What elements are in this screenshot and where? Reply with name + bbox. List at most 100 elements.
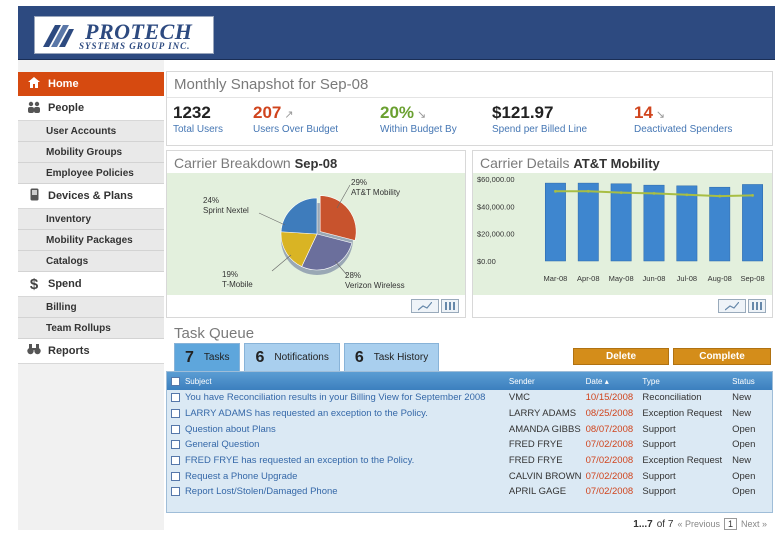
table-row[interactable]: Request a Phone Upgrade CALVIN BROWN 07/02… <box>167 468 772 484</box>
previous-page-link[interactable]: « Previous <box>677 519 720 529</box>
trend-up-icon: ↗ <box>284 109 294 121</box>
sidebar-item-label: Home <box>48 78 79 90</box>
column-status[interactable]: Status <box>732 377 772 386</box>
pagination: 1...7 of 7 « Previous 1 Next » <box>633 518 767 530</box>
tab-notifications[interactable]: 6 Notifications <box>244 343 340 371</box>
snapshot-title: Monthly Snapshot for Sep-08 <box>174 76 369 93</box>
trend-point <box>586 189 590 193</box>
metric-users-over-budget[interactable]: 207 ↗ Users Over Budget <box>253 103 338 135</box>
metric-total-users[interactable]: 1232 Total Users <box>173 103 223 135</box>
app-header: PROTECH SYSTEMS GROUP INC. <box>18 6 775 60</box>
column-sender[interactable]: Sender <box>509 377 586 386</box>
metric-deactivated-spenders[interactable]: 14 ↘ Deactivated Spenders <box>634 103 732 135</box>
line-chart-icon <box>725 301 739 310</box>
column-type[interactable]: Type <box>642 377 732 386</box>
page-total: of 7 <box>656 518 674 530</box>
complete-button[interactable]: Complete <box>673 348 771 365</box>
bar[interactable] <box>643 184 665 262</box>
sidebar-item-inventory[interactable]: Inventory <box>18 209 164 230</box>
metric-value: 20% ↘ <box>380 103 427 122</box>
row-checkbox[interactable] <box>171 456 181 466</box>
sidebar-item-employee-policies[interactable]: Employee Policies <box>18 163 164 184</box>
table-row[interactable]: Question about Plans AMANDA GIBBS 08/07/20… <box>167 421 772 437</box>
table-row[interactable]: General Question FRED FRYE 07/02/2008 Suppo… <box>167 437 772 453</box>
row-checkbox[interactable] <box>171 487 181 497</box>
row-checkbox-cell <box>167 424 185 434</box>
table-view-button[interactable] <box>441 299 459 313</box>
select-all-checkbox[interactable] <box>171 376 181 386</box>
cell-subject[interactable]: You have Reconciliation results in your … <box>185 392 509 403</box>
sidebar-item-mobility-packages[interactable]: Mobility Packages <box>18 230 164 251</box>
row-checkbox-cell <box>167 409 185 419</box>
pie-slice[interactable] <box>280 197 318 235</box>
metric-label: Spend per Billed Line <box>492 124 588 135</box>
grid-icon <box>752 302 762 310</box>
sort-asc-icon: ▴ <box>604 376 609 386</box>
table-row[interactable]: You have Reconciliation results in your … <box>167 390 772 406</box>
table-row[interactable]: LARRY ADAMS has requested an exception t… <box>167 406 772 422</box>
leader-line <box>258 212 286 226</box>
sidebar-item-devices-plans[interactable]: Devices & Plans <box>18 184 164 209</box>
row-checkbox[interactable] <box>171 409 181 419</box>
cell-type: Support <box>642 423 676 435</box>
sidebar-item-home[interactable]: Home <box>18 72 164 96</box>
table-row[interactable]: Report Lost/Stolen/Damaged Phone APRIL GA… <box>167 484 772 500</box>
sidebar-item-people[interactable]: People <box>18 96 164 121</box>
cell-subject[interactable]: FRED FRYE has requested an exception to … <box>185 455 509 466</box>
row-checkbox[interactable] <box>171 440 181 450</box>
tab-count: 6 <box>354 348 364 366</box>
logo-tagline: SYSTEMS GROUP INC. <box>79 41 191 51</box>
bar[interactable] <box>676 185 698 262</box>
row-checkbox[interactable] <box>171 471 181 481</box>
line-chart-view-button[interactable] <box>411 299 439 313</box>
row-checkbox[interactable] <box>171 393 181 403</box>
sidebar-item-reports[interactable]: Reports <box>18 339 164 364</box>
sidebar-item-user-accounts[interactable]: User Accounts <box>18 121 164 142</box>
x-tick-label: May-08 <box>609 274 634 283</box>
metric-within-budget[interactable]: 20% ↘ Within Budget By <box>380 103 457 135</box>
page-number-button[interactable]: 1 <box>723 518 737 530</box>
carrier-bar-chart[interactable]: $60,000.00 $40,000.00 $20,000.00 $0.00 Mar-0… <box>473 173 774 295</box>
cell-type: Exception Request <box>642 408 723 420</box>
trend-point <box>685 193 689 197</box>
row-checkbox-cell <box>167 471 185 481</box>
table-row[interactable]: FRED FRYE has requested an exception to … <box>167 453 772 469</box>
line-chart-view-button[interactable] <box>718 299 746 313</box>
cell-subject[interactable]: General Question <box>185 439 509 450</box>
people-icon <box>26 101 42 116</box>
bar[interactable] <box>610 183 632 262</box>
cell-sender: CALVIN BROWN <box>508 470 582 482</box>
tab-count: 6 <box>255 348 265 366</box>
metric-spend-per-line[interactable]: $121.97 Spend per Billed Line <box>492 103 587 135</box>
cell-subject[interactable]: Report Lost/Stolen/Damaged Phone <box>185 486 509 497</box>
tab-task-history[interactable]: 6 Task History <box>343 343 440 371</box>
cell-date: 08/07/2008 <box>585 423 634 435</box>
sidebar-item-spend[interactable]: $ Spend <box>18 272 164 297</box>
sidebar-item-catalogs[interactable]: Catalogs <box>18 251 164 272</box>
sidebar-item-label: Spend <box>48 278 82 290</box>
company-logo[interactable]: PROTECH SYSTEMS GROUP INC. <box>34 16 214 54</box>
metric-label: Total Users <box>173 124 224 135</box>
sidebar-item-billing[interactable]: Billing <box>18 297 164 318</box>
cell-subject[interactable]: Request a Phone Upgrade <box>185 471 509 482</box>
grid-icon <box>445 302 455 310</box>
bar[interactable] <box>709 186 731 262</box>
cell-subject[interactable]: LARRY ADAMS has requested an exception t… <box>185 408 509 419</box>
row-checkbox[interactable] <box>171 424 181 434</box>
cell-status: Open <box>732 470 756 482</box>
column-date[interactable]: Date ▴ <box>586 377 643 386</box>
carrier-pie-chart[interactable] <box>167 173 467 295</box>
cell-type: Support <box>642 470 676 482</box>
cell-subject[interactable]: Question about Plans <box>185 424 509 435</box>
trend-down-icon: ↘ <box>655 109 666 121</box>
table-view-button[interactable] <box>748 299 766 313</box>
bar[interactable] <box>544 182 566 262</box>
tab-tasks[interactable]: 7 Tasks <box>174 343 241 371</box>
delete-button[interactable]: Delete <box>573 348 669 365</box>
sidebar-item-mobility-groups[interactable]: Mobility Groups <box>18 142 164 163</box>
sidebar-item-team-rollups[interactable]: Team Rollups <box>18 318 164 339</box>
bar[interactable] <box>577 182 599 262</box>
next-page-link[interactable]: Next » <box>741 519 767 529</box>
column-subject[interactable]: Subject <box>185 377 509 386</box>
cell-sender: AMANDA GIBBS <box>508 423 581 435</box>
